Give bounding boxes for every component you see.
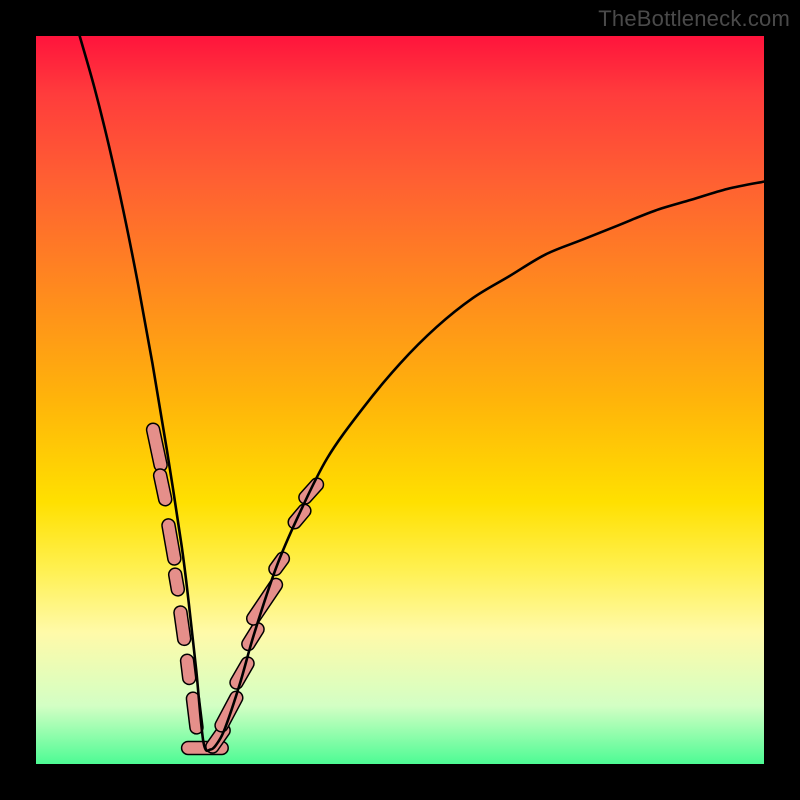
curve-marker <box>266 550 292 578</box>
curve-marker <box>168 567 186 597</box>
watermark-text: TheBottleneck.com <box>598 6 790 32</box>
marker-layer <box>145 422 326 756</box>
gradient-plot-area <box>36 36 764 764</box>
curve-layer <box>36 36 764 764</box>
chart-frame: TheBottleneck.com <box>0 0 800 800</box>
curve-marker <box>145 422 168 473</box>
curve-marker <box>286 502 314 532</box>
